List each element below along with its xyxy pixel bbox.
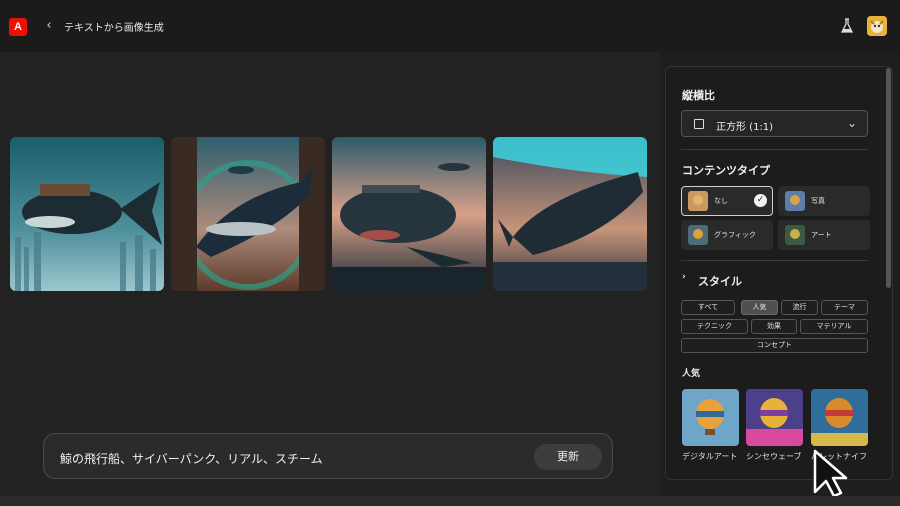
aspect-select[interactable]: 正方形 (1:1) ⌄ (681, 110, 868, 137)
content-type-label: 写真 (811, 197, 825, 205)
art-thumb-icon (785, 225, 805, 245)
style-chip-effect[interactable]: 効果 (751, 319, 797, 334)
content-type-label: グラフィック (714, 231, 756, 239)
style-chip-all[interactable]: すべて (681, 300, 735, 315)
popular-heading: 人気 (682, 369, 701, 379)
content-type-photo[interactable]: 写真 (778, 186, 870, 216)
aspect-value: 正方形 (1:1) (716, 122, 774, 133)
divider (681, 260, 868, 261)
flask-icon[interactable] (840, 18, 854, 34)
style-chip-popular[interactable]: 人気 (741, 300, 778, 315)
generated-image-4[interactable] (493, 137, 647, 291)
none-thumb-icon (688, 191, 708, 211)
style-caption: シンセウェーブ (746, 452, 802, 461)
adobe-logo-icon[interactable]: A (9, 18, 27, 36)
mouse-cursor-icon (813, 449, 848, 498)
square-icon (694, 119, 704, 129)
style-heading[interactable]: スタイル (698, 273, 742, 289)
prompt-input[interactable]: 鯨の飛行船、サイバーパンク、リアル、スチーム (60, 450, 323, 467)
style-tile-palette-knife[interactable] (811, 389, 868, 446)
update-button[interactable]: 更新 (534, 444, 602, 470)
photo-thumb-icon (785, 191, 805, 211)
generated-image-1[interactable] (10, 137, 164, 291)
content-type-label: なし (714, 197, 728, 205)
style-chip-technique[interactable]: テクニック (681, 319, 748, 334)
top-bar: A ‹ テキストから画像生成 (0, 0, 900, 52)
generated-image-3[interactable] (332, 137, 486, 291)
bottom-bar (0, 496, 900, 506)
style-tile-synthwave[interactable] (746, 389, 803, 446)
scrollbar-thumb[interactable] (886, 68, 891, 288)
content-type-graphic[interactable]: グラフィック (681, 220, 773, 250)
style-tile-digital-art[interactable] (682, 389, 739, 446)
graphic-thumb-icon (688, 225, 708, 245)
content-type-art[interactable]: アート (778, 220, 870, 250)
chevron-down-icon: ⌄ (846, 116, 857, 130)
back-chevron-icon[interactable]: ‹ (42, 17, 56, 35)
settings-panel: 縦横比 正方形 (1:1) ⌄ コンテンツタイプ なし ✓ 写真 グラフィック … (665, 66, 893, 480)
prompt-bar[interactable]: 鯨の飛行船、サイバーパンク、リアル、スチーム 更新 (43, 433, 613, 479)
avatar[interactable] (867, 16, 887, 36)
style-chip-material[interactable]: マテリアル (800, 319, 868, 334)
content-type-none[interactable]: なし ✓ (681, 186, 773, 216)
divider (681, 149, 868, 150)
page-title: テキストから画像生成 (64, 23, 164, 34)
generated-image-2[interactable] (171, 137, 325, 291)
style-caption: デジタルアート (682, 452, 738, 461)
content-type-heading: コンテンツタイプ (682, 164, 770, 177)
aspect-heading: 縦横比 (682, 89, 715, 102)
content-type-label: アート (811, 231, 832, 239)
chevron-right-icon[interactable]: › (682, 272, 686, 282)
check-icon: ✓ (754, 194, 767, 207)
style-chip-concept[interactable]: コンセプト (681, 338, 868, 353)
style-chip-trending[interactable]: 流行 (781, 300, 818, 315)
style-chip-theme[interactable]: テーマ (821, 300, 868, 315)
